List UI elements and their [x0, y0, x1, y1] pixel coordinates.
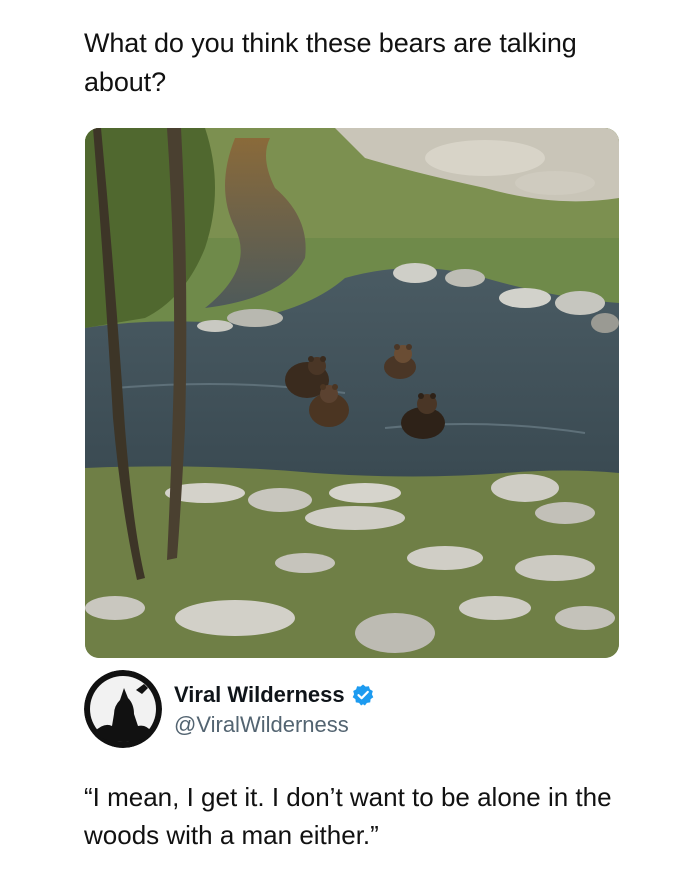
display-name-line: Viral Wilderness [174, 680, 375, 710]
tweet-author[interactable]: Viral Wilderness @ViralWilderness [84, 670, 644, 750]
handle[interactable]: @ViralWilderness [174, 712, 349, 738]
tweet-text: “I mean, I get it. I don’t want to be al… [84, 782, 612, 850]
display-name[interactable]: Viral Wilderness [174, 682, 345, 708]
avatar[interactable] [84, 670, 162, 748]
post-question: What do you think these bears are talkin… [84, 28, 577, 97]
verified-badge-icon [351, 683, 375, 707]
howling-wolf-moon-icon [84, 670, 162, 748]
bears-photo[interactable] [85, 128, 619, 658]
bears-in-creek-image [85, 128, 619, 658]
